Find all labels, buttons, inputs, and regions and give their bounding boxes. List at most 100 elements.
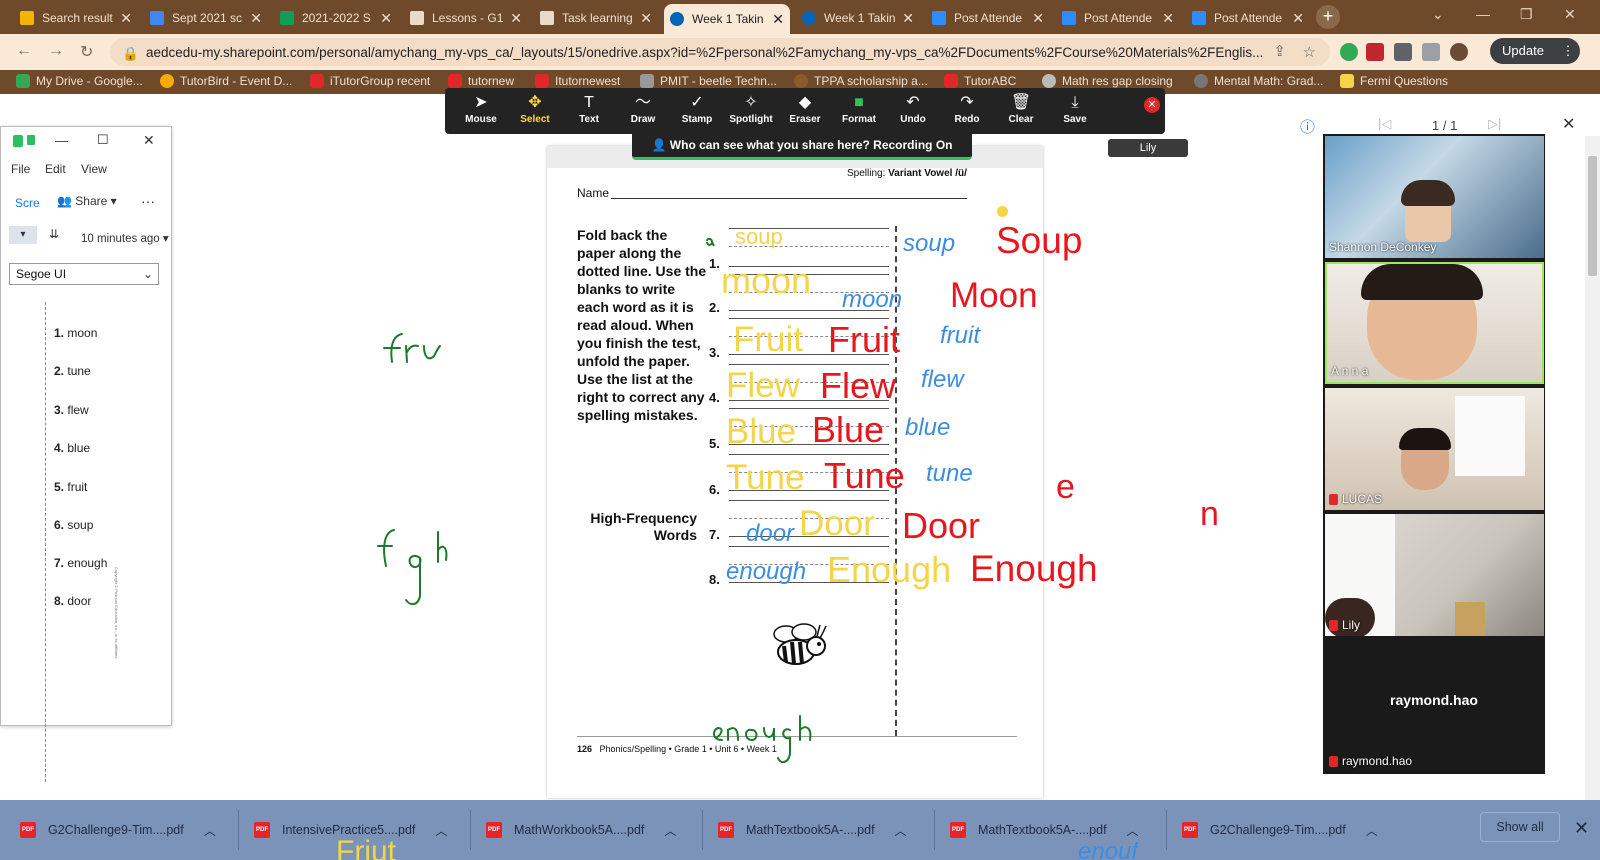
close-icon[interactable]: ✕ (772, 11, 784, 28)
toolbar-close-icon[interactable]: ✕ (1144, 97, 1160, 113)
tool-text[interactable]: T Text (562, 92, 616, 130)
extension-icon[interactable] (1422, 43, 1440, 61)
tab-search-results[interactable]: Search result ✕ (14, 4, 138, 32)
item-number: 8. (709, 572, 720, 587)
update-button[interactable]: Update ⋮ (1490, 38, 1580, 64)
tool-mouse[interactable]: ➤ Mouse (454, 92, 508, 130)
bookmark-fermi[interactable]: Fermi Questions (1340, 74, 1448, 88)
tool-redo[interactable]: ↷ Redo (940, 92, 994, 130)
tool-stamp[interactable]: ✓ Stamp (670, 92, 724, 130)
info-icon[interactable]: ⓘ (1300, 116, 1315, 137)
font-select[interactable]: Segoe UI ⌄ (9, 263, 159, 285)
close-icon[interactable]: ✕ (510, 10, 522, 27)
profile-avatar[interactable] (1450, 43, 1468, 61)
video-gallery: Shannon DeConkey A n n a LUCAS Lily raym… (1323, 134, 1545, 774)
video-tile[interactable]: LUCAS (1325, 388, 1544, 510)
tab-task-learning[interactable]: Task learning ✕ (534, 4, 658, 32)
share-page-icon[interactable]: ⇪ (1273, 42, 1286, 60)
tool-draw[interactable]: 〜 Draw (616, 92, 670, 130)
scre-button[interactable]: Scre (15, 196, 40, 210)
close-icon[interactable]: ✕ (143, 132, 155, 149)
bookmark-tppa[interactable]: TPPA scholarship a... (794, 74, 928, 88)
bookmark-itutorgroup[interactable]: iTutorGroup recent (310, 74, 430, 88)
close-icon[interactable]: ✕ (902, 10, 914, 27)
minimize-icon[interactable]: — (1476, 6, 1490, 22)
bookmark-tutornew[interactable]: tutornew (448, 74, 514, 88)
chevron-up-icon[interactable]: ︿ (664, 822, 676, 839)
minimize-icon[interactable]: — (55, 133, 68, 148)
tool-select[interactable]: ✥ Select (508, 92, 562, 130)
menu-file[interactable]: File (11, 162, 30, 176)
tab-lessons[interactable]: Lessons - G1 ✕ (404, 4, 528, 32)
last-saved-time[interactable]: 10 minutes ago ▾ (81, 231, 169, 245)
bookmark-mental-math[interactable]: Mental Math: Grad... (1194, 74, 1323, 88)
chevron-up-icon[interactable]: ︿ (895, 822, 907, 839)
tool-eraser[interactable]: ◆ Eraser (778, 92, 832, 130)
last-page-icon[interactable]: ▷| (1488, 116, 1501, 132)
tool-save[interactable]: ⤓ Save (1048, 92, 1102, 130)
bookmark-tutorabc[interactable]: TutorABC (944, 74, 1016, 88)
dropdown-toggle-button[interactable]: ▾ (9, 226, 37, 244)
bookmark-math-res[interactable]: Math res gap closing (1042, 74, 1173, 88)
new-tab-button[interactable]: + (1316, 5, 1340, 29)
tool-format[interactable]: ■ Format (832, 92, 886, 130)
tool-clear[interactable]: 🗑 Clear (994, 92, 1048, 130)
video-tile[interactable]: Shannon DeConkey (1325, 136, 1544, 258)
tab-week1-active[interactable]: Week 1 Takin ✕ (664, 4, 790, 34)
download-item[interactable]: PDF G2Challenge9-Tim....pdf ︿ (1182, 810, 1378, 850)
viewer-close-icon[interactable]: ✕ (1562, 114, 1575, 134)
video-tile[interactable]: Lily (1325, 514, 1544, 636)
close-icon[interactable]: ✕ (1162, 10, 1174, 27)
download-item[interactable]: PDF G2Challenge9-Tim....pdf ︿ (20, 810, 216, 850)
tab-search-chevron-icon[interactable]: ⌄ (1432, 6, 1444, 23)
downloads-close-icon[interactable]: ✕ (1574, 818, 1589, 839)
extension-badge-icon[interactable] (1366, 43, 1384, 61)
show-all-downloads-button[interactable]: Show all (1480, 812, 1560, 842)
share-notice-bar[interactable]: 👤 Who can see what you share here? Recor… (632, 134, 972, 160)
bookmark-tutorbird[interactable]: TutorBird - Event D... (160, 74, 292, 88)
share-button[interactable]: 👥 Share ▾ (57, 194, 117, 208)
close-icon[interactable]: ✕ (640, 10, 652, 27)
extension-evernote-icon[interactable] (1340, 43, 1358, 61)
close-icon[interactable]: ✕ (1292, 10, 1304, 27)
first-page-icon[interactable]: |◁ (1378, 116, 1391, 132)
close-icon[interactable]: ✕ (120, 10, 132, 27)
tab-sept-2021[interactable]: Sept 2021 sc ✕ (144, 4, 268, 32)
tab-post-attendee[interactable]: Post Attende ✕ (1186, 4, 1310, 32)
back-icon[interactable]: ← (16, 42, 32, 60)
chevron-up-icon[interactable]: ︿ (204, 822, 216, 839)
maximize-icon[interactable]: ☐ (97, 132, 109, 148)
tab-post-attendee[interactable]: Post Attende ✕ (1056, 4, 1180, 32)
page-scrollbar[interactable] (1585, 136, 1600, 800)
restore-icon[interactable]: ❐ (1520, 6, 1533, 23)
extension-icon[interactable] (1394, 43, 1412, 61)
chevron-up-icon[interactable]: ︿ (1366, 822, 1378, 839)
lock-icon[interactable]: 🔒 (122, 46, 139, 61)
close-icon[interactable]: ✕ (1032, 10, 1044, 27)
close-icon[interactable]: ✕ (250, 10, 262, 27)
tab-post-attendee[interactable]: Post Attende ✕ (926, 4, 1050, 32)
scrollbar-thumb[interactable] (1588, 156, 1597, 276)
menu-edit[interactable]: Edit (45, 162, 66, 176)
video-tile-active-speaker[interactable]: A n n a (1325, 262, 1544, 384)
forward-icon[interactable]: → (48, 42, 64, 60)
address-bar[interactable]: 🔒 aedcedu-my.sharepoint.com/personal/amy… (110, 38, 1330, 66)
download-item[interactable]: PDF MathWorkbook5A....pdf ︿ (486, 810, 676, 850)
tool-undo[interactable]: ↶ Undo (886, 92, 940, 130)
tool-spotlight[interactable]: ✧ Spotlight (724, 92, 778, 130)
bookmark-star-icon[interactable]: ☆ (1303, 43, 1316, 61)
tab-2021-2022[interactable]: 2021-2022 S ✕ (274, 4, 398, 32)
download-item[interactable]: PDF MathTextbook5A-....pdf ︿ (718, 810, 907, 850)
tab-week1[interactable]: Week 1 Takin ✕ (796, 4, 920, 32)
bookmark-pmit[interactable]: PMIT - beetle Techn... (640, 74, 777, 88)
chevron-up-icon[interactable]: ︿ (1127, 822, 1139, 839)
bookmark-my-drive[interactable]: My Drive - Google... (16, 74, 143, 88)
window-close-icon[interactable]: ✕ (1564, 6, 1576, 23)
reload-icon[interactable]: ↻ (80, 42, 93, 62)
close-icon[interactable]: ✕ (380, 10, 392, 27)
bookmark-itutornewest[interactable]: Itutornewest (535, 74, 620, 88)
more-options-icon[interactable]: ··· (141, 193, 155, 209)
chevron-up-icon[interactable]: ︿ (435, 822, 447, 839)
expand-chevrons-icon[interactable]: ⇊ (49, 227, 59, 241)
menu-view[interactable]: View (81, 162, 107, 176)
